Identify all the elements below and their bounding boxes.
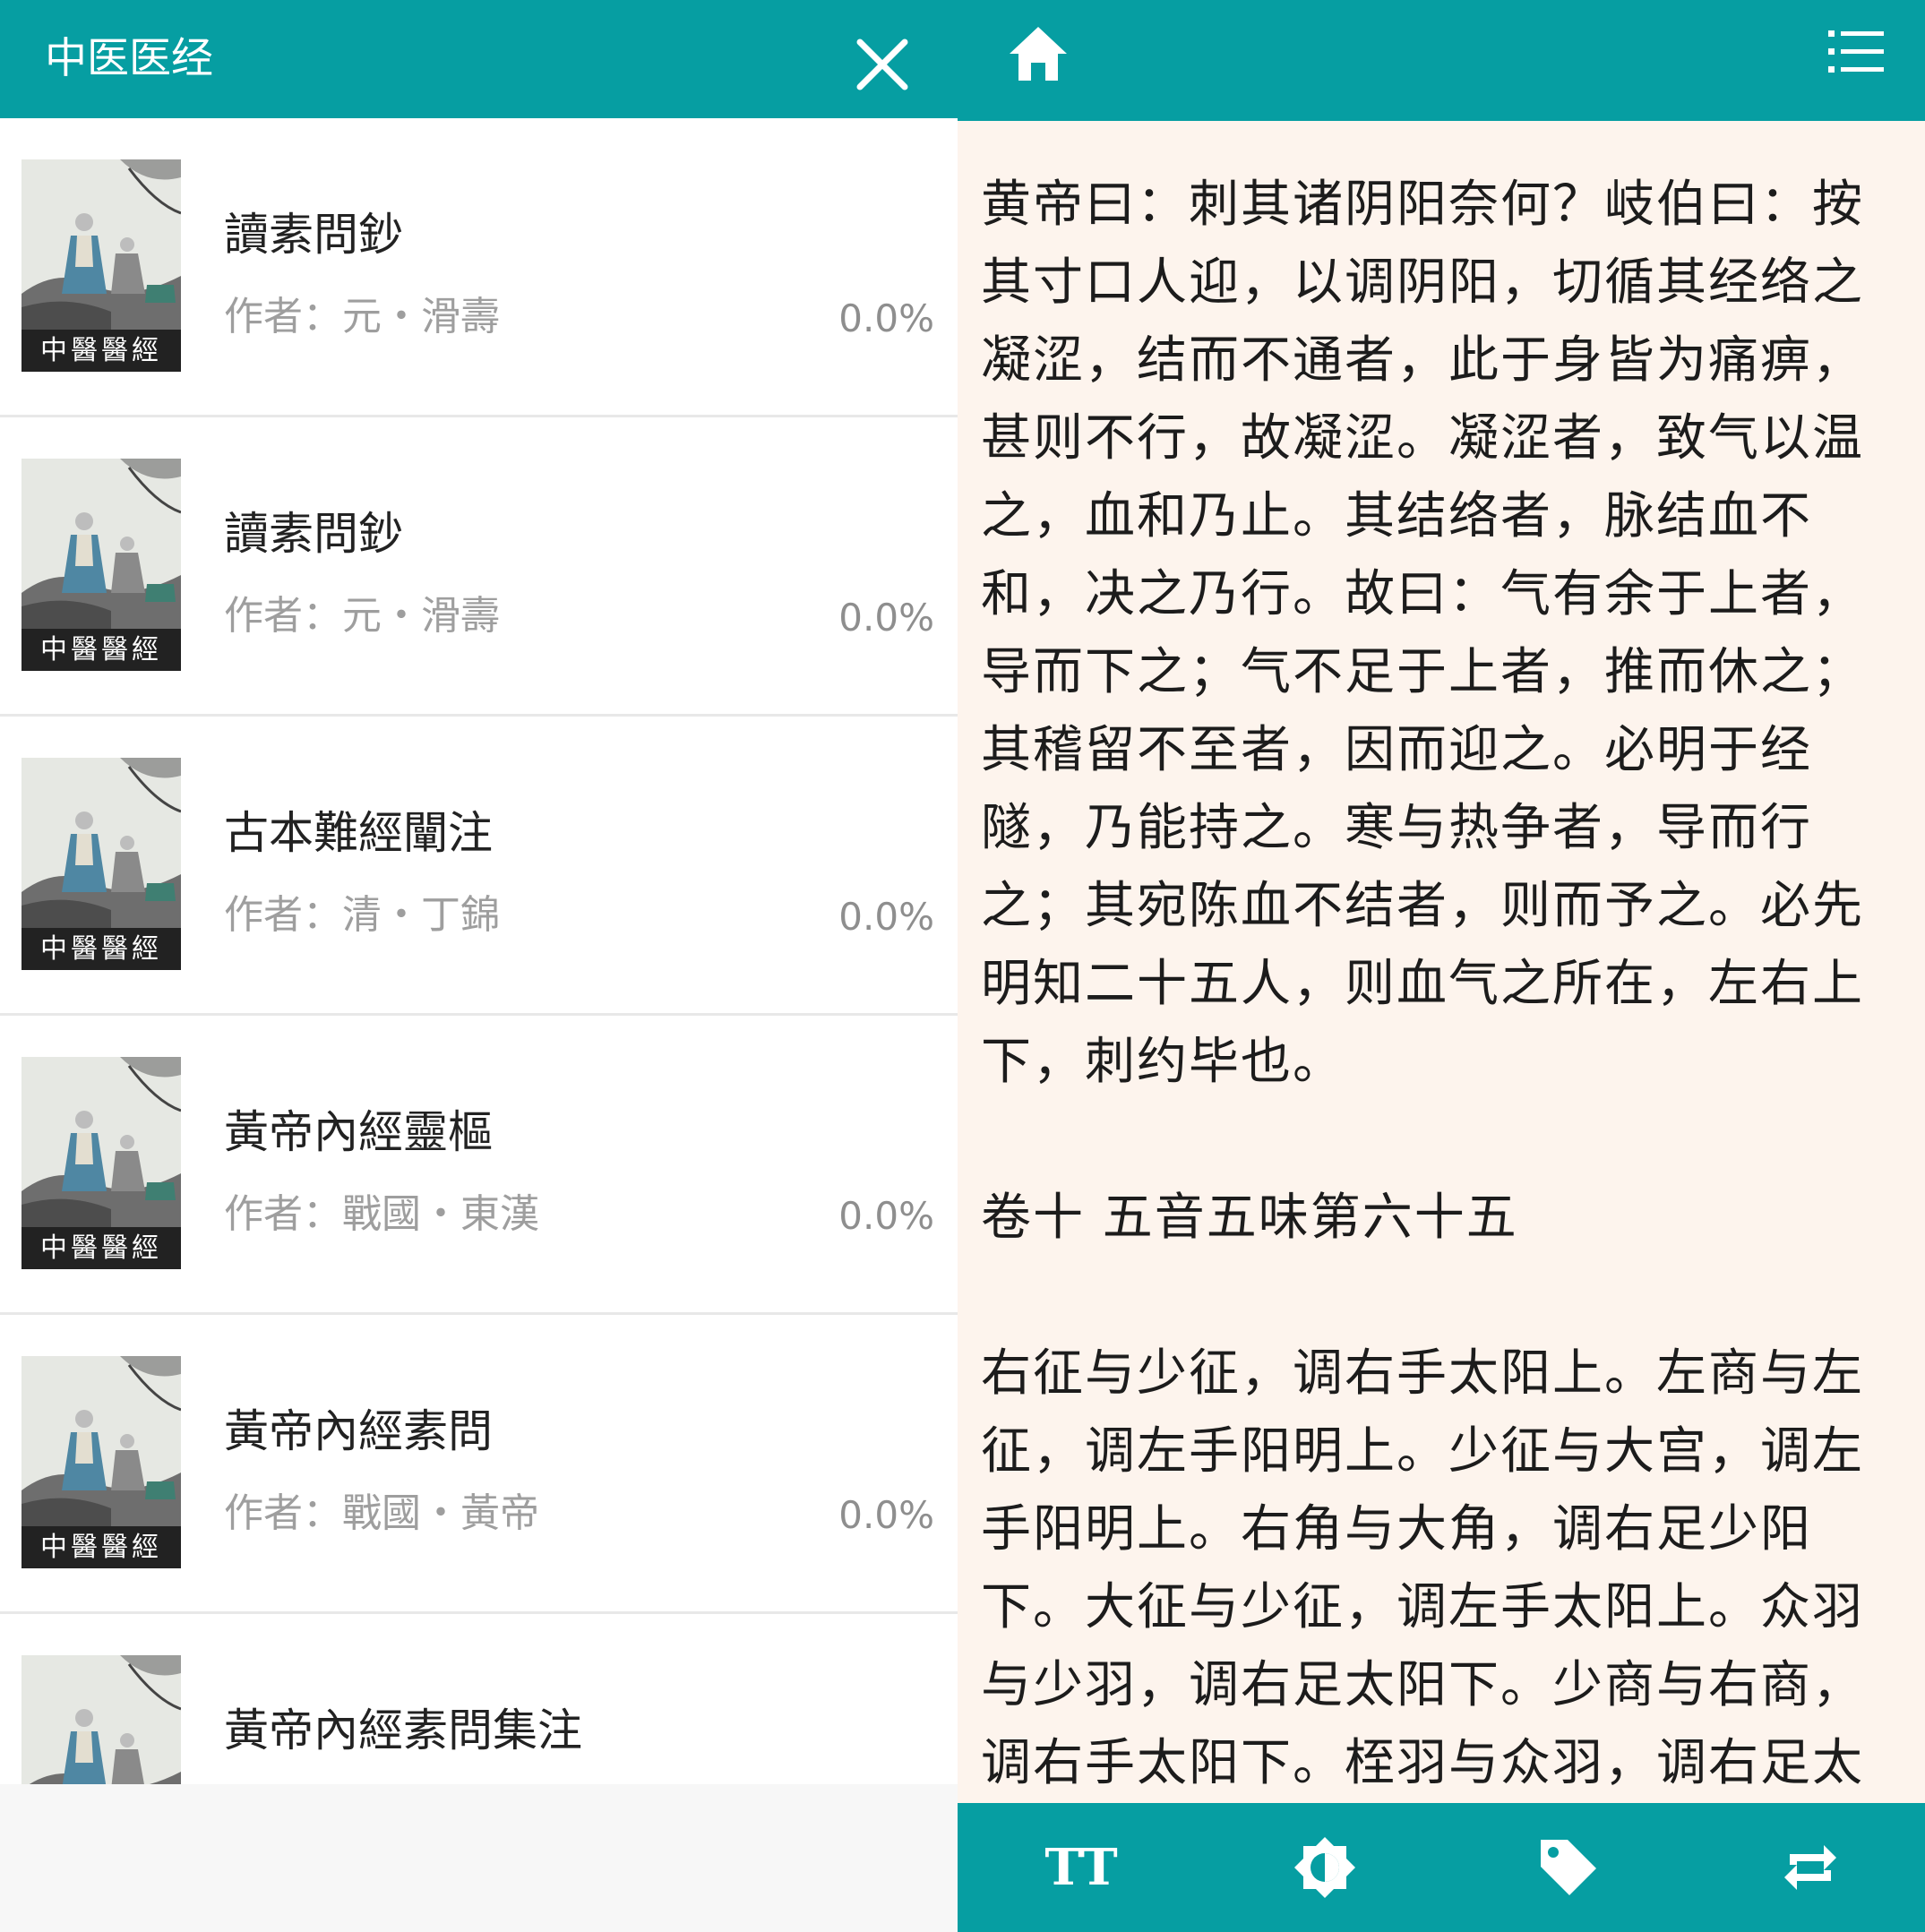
book-cover [21,1655,181,1784]
book-author: 作者：戰國・黃帝 [224,1490,539,1536]
book-author: 作者：清・丁錦 [224,892,500,938]
book-title: 黃帝內經靈樞 [224,1106,493,1158]
drawer-title: 中医医经 [45,34,213,83]
font-size-button[interactable]: TT [1044,1830,1119,1905]
cover-illustration-icon [21,159,181,330]
close-icon [856,39,908,90]
reader-bottom-bar: TT [958,1803,1925,1932]
book-cover: 中醫醫經 [21,1057,181,1269]
book-cover: 中醫醫經 [21,1356,181,1568]
font-size-glyph: TT [1044,1838,1118,1897]
book-title: 讀素問鈔 [224,209,403,261]
book-item[interactable]: 中醫醫經 讀素問鈔 作者：元・滑壽 0.0% [0,417,958,717]
bookmark-tag-button[interactable] [1531,1830,1606,1905]
book-progress: 0.0% [838,895,934,939]
list-menu-icon [1828,30,1884,73]
paragraph: 黄帝曰：刺其诸阴阳奈何？岐伯曰：按其寸口人迎，以调阴阳，切循其经络之凝涩，结而不… [981,176,1864,1091]
book-author: 作者：元・滑壽 [224,593,500,639]
chapter-list-button[interactable] [1828,29,1900,86]
book-title: 黃帝內經素問 [224,1405,493,1457]
chapter-heading: 卷十 五音五味第六十五 [981,1189,1518,1247]
book-progress: 0.0% [838,296,934,340]
book-cover: 中醫醫經 [21,758,181,970]
book-item[interactable]: 中醫醫經 讀素問鈔 作者：元・滑壽 0.0% [0,118,958,417]
book-progress: 0.0% [838,596,934,640]
book-item[interactable]: 中醫醫經 黃帝內經素問 作者：戰國・黃帝 0.0% [0,1315,958,1614]
book-title: 讀素問鈔 [224,508,403,560]
cover-illustration-icon [21,1655,181,1784]
home-button[interactable] [1008,23,1069,95]
cover-illustration-icon [21,459,181,629]
cover-label: 中醫醫經 [21,629,181,671]
book-drawer: 中医医经 中醫醫經 讀素問鈔 作者：元・滑壽 0.0% 中醫醫經 讀素問鈔 作者… [0,0,958,1932]
book-author: 作者：元・滑壽 [224,294,500,339]
book-cover: 中醫醫經 [21,459,181,671]
cover-illustration-icon [21,758,181,928]
cover-illustration-icon [21,1057,181,1227]
page-mode-button[interactable] [1773,1830,1848,1905]
book-list: 中醫醫經 讀素問鈔 作者：元・滑壽 0.0% 中醫醫經 讀素問鈔 作者：元・滑壽… [0,118,958,1784]
cover-label: 中醫醫經 [21,928,181,970]
book-item[interactable]: 黃帝內經素問集注 [0,1614,958,1784]
book-item[interactable]: 中醫醫經 古本難經闡注 作者：清・丁錦 0.0% [0,717,958,1016]
drawer-header: 中医医经 [0,0,958,118]
paragraph: 右征与少征，调右手太阳上。左商与左征，调左手阳明上。少征与大宫，调左手阳明上。右… [981,1344,1864,1792]
brightness-icon [1294,1837,1355,1898]
book-progress: 0.0% [838,1194,934,1238]
font-size-icon: TT [1044,1842,1117,1893]
reader-toolbar [958,0,1925,121]
cover-illustration-icon [21,1356,181,1526]
reader-pane: 黄帝曰：刺其诸阴阳奈何？岐伯曰：按其寸口人迎，以调阴阳，切循其经络之凝涩，结而不… [958,0,1925,1932]
book-author: 作者：戰國・東漢 [224,1191,539,1237]
book-progress: 0.0% [838,1493,934,1537]
book-item[interactable]: 中醫醫經 黃帝內經靈樞 作者：戰國・東漢 0.0% [0,1016,958,1315]
cover-label: 中醫醫經 [21,1526,181,1568]
brightness-button[interactable] [1287,1830,1362,1905]
book-title: 古本難經闡注 [224,807,493,859]
home-icon [1010,27,1067,81]
tag-icon [1541,1840,1596,1895]
book-cover: 中醫醫經 [21,159,181,372]
close-button[interactable] [842,29,923,100]
cover-label: 中醫醫經 [21,330,181,372]
book-title: 黃帝內經素問集注 [224,1704,582,1756]
reader-content[interactable]: 黄帝曰：刺其诸阴阳奈何？岐伯曰：按其寸口人迎，以调阴阳，切循其经络之凝涩，结而不… [981,166,1877,1796]
swap-icon [1784,1845,1836,1890]
cover-label: 中醫醫經 [21,1227,181,1269]
